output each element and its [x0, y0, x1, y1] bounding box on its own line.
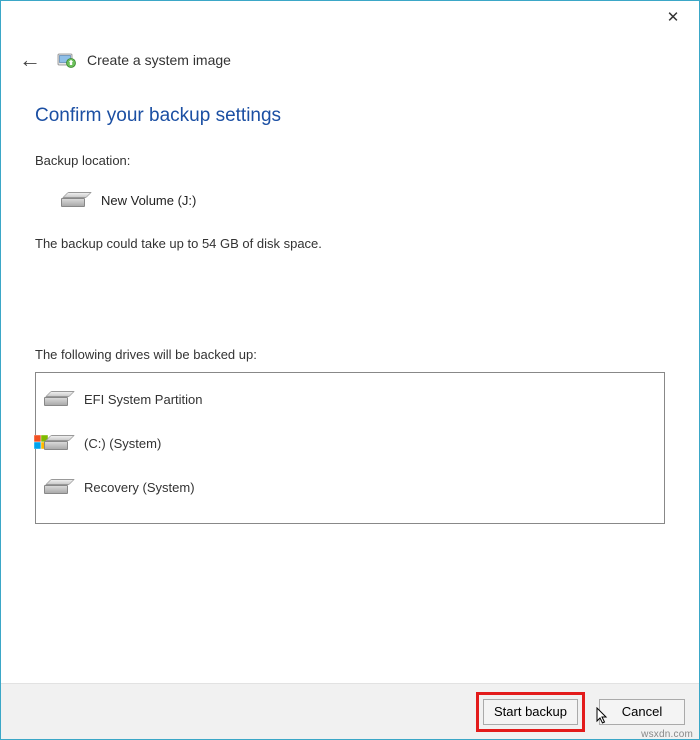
- close-button[interactable]: ✕: [655, 5, 691, 29]
- wizard-title: Create a system image: [87, 52, 231, 68]
- drives-listbox: EFI System Partition (C:) (System) Recov…: [35, 372, 665, 524]
- backup-location-label: Backup location:: [35, 153, 665, 168]
- start-backup-button[interactable]: Start backup: [483, 699, 578, 725]
- drive-name: (C:) (System): [84, 436, 161, 451]
- drive-name: EFI System Partition: [84, 392, 202, 407]
- drive-name: Recovery (System): [84, 480, 195, 495]
- space-estimate: The backup could take up to 54 GB of dis…: [35, 236, 665, 251]
- footer-bar: Start backup Cancel: [1, 683, 699, 739]
- titlebar: ✕: [1, 1, 699, 33]
- backup-location-value: New Volume (J:): [101, 193, 196, 208]
- hard-drive-icon: [44, 389, 72, 409]
- content-area: Confirm your backup settings Backup loca…: [1, 77, 699, 524]
- attribution-text: wsxdn.com: [641, 729, 693, 740]
- back-arrow-icon[interactable]: ←: [19, 49, 47, 71]
- wizard-header: ← Create a system image: [1, 33, 699, 77]
- page-title: Confirm your backup settings: [35, 105, 665, 127]
- hard-drive-icon: [61, 190, 89, 210]
- list-item: (C:) (System): [42, 421, 658, 465]
- list-item: EFI System Partition: [42, 377, 658, 421]
- hard-drive-icon: [44, 433, 72, 453]
- drives-list-label: The following drives will be backed up:: [35, 347, 665, 362]
- close-icon: ✕: [667, 8, 680, 26]
- system-image-icon: [57, 50, 77, 70]
- backup-location-row: New Volume (J:): [35, 190, 665, 210]
- hard-drive-icon: [44, 477, 72, 497]
- list-item: Recovery (System): [42, 465, 658, 509]
- highlight-box: Start backup: [476, 692, 585, 732]
- cancel-button[interactable]: Cancel: [599, 699, 685, 725]
